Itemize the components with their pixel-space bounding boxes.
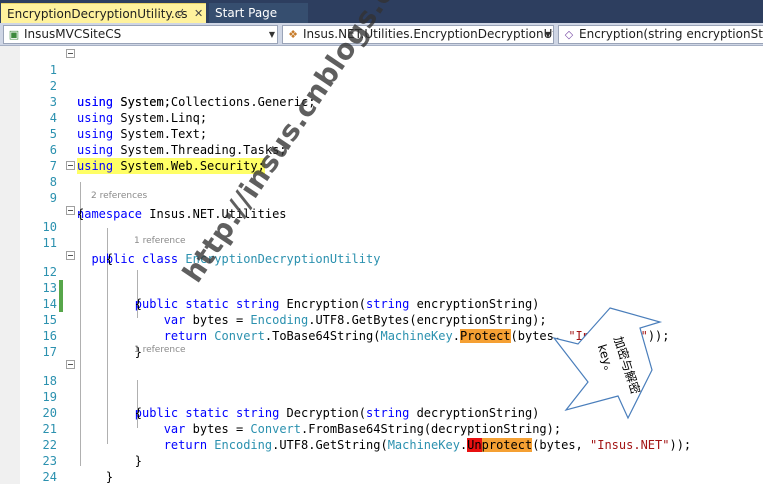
code-line: 2 using System.Collections.Generic;: [0, 62, 763, 109]
chevron-down-icon[interactable]: ▼: [545, 26, 551, 43]
codelens-references[interactable]: 2 references: [91, 191, 147, 201]
project-dropdown-value: InsusMVCSiteCS: [24, 27, 122, 41]
code-line: 9 {: [0, 174, 763, 221]
collapse-icon[interactable]: [66, 360, 75, 369]
code-line: 1 using System;: [0, 46, 763, 109]
pin-icon[interactable]: ☌: [177, 4, 184, 23]
project-dropdown[interactable]: ▣ InsusMVCSiteCS ▼: [3, 25, 278, 44]
member-dropdown[interactable]: ◇ Encryption(string encryptionString): [558, 25, 763, 44]
collapse-icon[interactable]: [66, 49, 75, 58]
type-dropdown[interactable]: ❖ Insus.NET.Utilities.EncryptionDecryptio…: [282, 25, 554, 44]
csharp-project-icon: ▣: [8, 28, 20, 41]
class-icon: ❖: [288, 28, 298, 41]
tab-start-page[interactable]: Start Page: [209, 3, 308, 23]
close-icon[interactable]: ✕: [194, 4, 203, 23]
code-line-highlighted: 6 using System.Web.Security;: [0, 126, 763, 174]
navigation-bar: ▣ InsusMVCSiteCS ▼ ❖ Insus.NET.Utilities.E…: [0, 23, 763, 46]
code-line: 12 public static string Encryption(strin…: [0, 248, 763, 311]
codelens-references[interactable]: 1 reference: [134, 236, 186, 246]
member-dropdown-value: Encryption(string encryptionString): [579, 27, 763, 41]
tab-label: EncryptionDecryptionUtility.cs: [7, 7, 188, 21]
code-line: 7: [0, 142, 763, 173]
chevron-down-icon[interactable]: ▼: [269, 26, 275, 43]
tab-encryption-utility[interactable]: EncryptionDecryptionUtility.cs ☌ ✕: [1, 3, 206, 23]
code-line: 25: [0, 469, 763, 484]
code-line: 11 {: [0, 219, 763, 266]
tab-label: Start Page: [215, 6, 278, 20]
code-line: 13 {: [0, 264, 763, 311]
collapse-icon[interactable]: [66, 206, 75, 215]
code-line: 23 }: [0, 437, 763, 484]
code-line: 14 var bytes = Encoding.UTF8.GetBytes(en…: [0, 280, 763, 327]
code-line: 5 using System.Threading.Tasks;: [0, 110, 763, 157]
collapse-icon[interactable]: [66, 251, 75, 260]
codelens-references[interactable]: 1 reference: [134, 345, 186, 355]
code-line: 10 public class EncryptionDecryptionUtil…: [0, 203, 763, 266]
code-line: 4 using System.Text;: [0, 94, 763, 141]
code-line: 24 }: [0, 453, 763, 484]
code-line: 8 namespace Insus.NET.Utilities: [0, 158, 763, 221]
annotation-callout: 加密与解密 key。: [548, 300, 668, 430]
collapse-icon[interactable]: [66, 161, 75, 170]
method-icon: ◇: [564, 28, 574, 41]
code-line: 3 using System.Linq;: [0, 78, 763, 125]
